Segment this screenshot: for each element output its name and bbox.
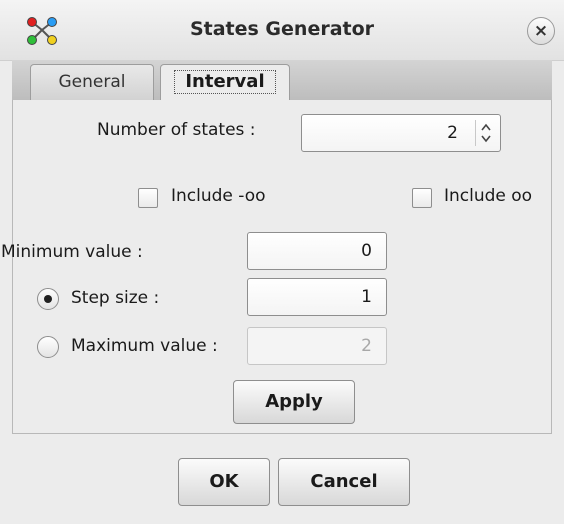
apply-button[interactable]: Apply (233, 380, 355, 424)
include-neg-infinity-checkbox[interactable] (138, 188, 158, 208)
include-neg-infinity-label: Include -oo (171, 186, 266, 206)
number-of-states-spinbox[interactable]: 2 (301, 114, 501, 152)
maximum-value-radio[interactable] (37, 336, 59, 358)
step-size-label: Step size : (71, 288, 160, 308)
step-size-field[interactable]: 1 (247, 278, 387, 316)
number-of-states-value: 2 (447, 123, 458, 143)
include-pos-infinity-label: Include oo (444, 186, 533, 206)
maximum-value-label: Maximum value : (71, 336, 218, 356)
maximum-value-field[interactable]: 2 (247, 327, 387, 365)
window-title: States Generator (189, 18, 375, 40)
tab-interval-label: Interval (174, 70, 276, 94)
step-size-radio[interactable] (37, 288, 59, 310)
minimum-value-field[interactable]: 0 (247, 232, 387, 270)
number-of-states-label: Number of states : (97, 120, 256, 140)
cancel-button[interactable]: Cancel (278, 458, 410, 506)
close-button[interactable]: × (527, 17, 555, 45)
include-pos-infinity-checkbox[interactable] (412, 188, 432, 208)
spin-up-down-icon (481, 123, 491, 143)
tab-strip: General Interval (12, 60, 552, 100)
ok-button[interactable]: OK (178, 458, 270, 506)
title-bar: States Generator × (0, 0, 564, 61)
tab-interval[interactable]: Interval (160, 64, 290, 100)
tab-general[interactable]: General (30, 64, 154, 100)
radio-selected-dot (44, 295, 52, 303)
spin-arrows[interactable] (475, 120, 496, 146)
interval-panel: Number of states : 2 Include -oo Include… (1, 100, 552, 434)
minimum-value-label: Minimum value : (1, 242, 143, 262)
states-generator-dialog: States Generator × General Interval Numb… (0, 0, 564, 524)
close-icon: × (533, 21, 549, 41)
